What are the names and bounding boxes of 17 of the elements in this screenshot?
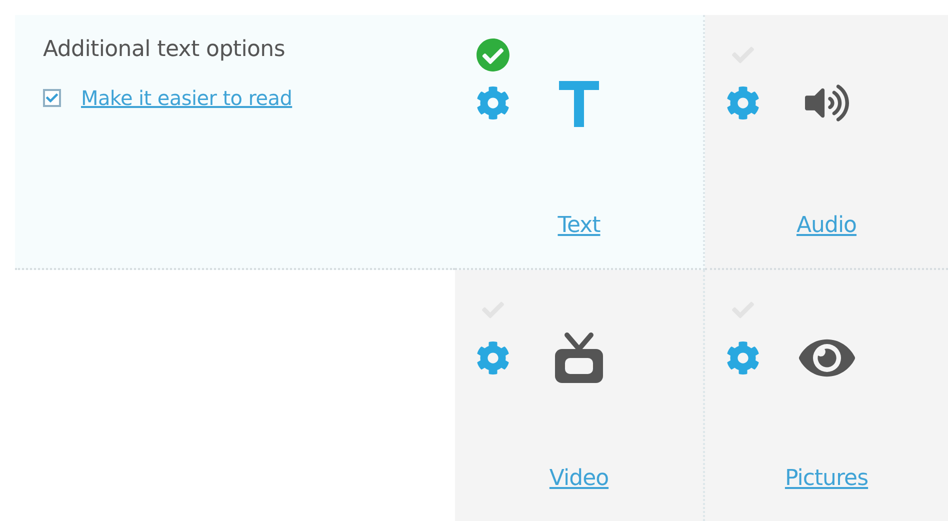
tv-icon	[553, 331, 605, 385]
tile-link[interactable]: Pictures	[784, 466, 868, 491]
settings-icon[interactable]	[726, 86, 760, 120]
tile-link[interactable]: Audio	[796, 213, 857, 238]
option-tile[interactable]: Video	[455, 270, 705, 521]
option-tile[interactable]: Audio	[705, 15, 948, 270]
panel-title: Additional text options	[43, 37, 286, 62]
tile-link[interactable]: Video	[549, 466, 609, 491]
checkbox[interactable]	[43, 89, 61, 107]
settings-icon[interactable]	[476, 341, 510, 375]
settings-icon[interactable]	[476, 86, 510, 120]
tile-link[interactable]: Text	[558, 213, 600, 238]
option-tile[interactable]: Pictures	[705, 270, 948, 521]
settings-icon[interactable]	[726, 341, 760, 375]
option-link[interactable]: Make it easier to read	[81, 86, 292, 110]
check-icon	[46, 92, 58, 104]
option-tile[interactable]: Text	[455, 15, 705, 270]
